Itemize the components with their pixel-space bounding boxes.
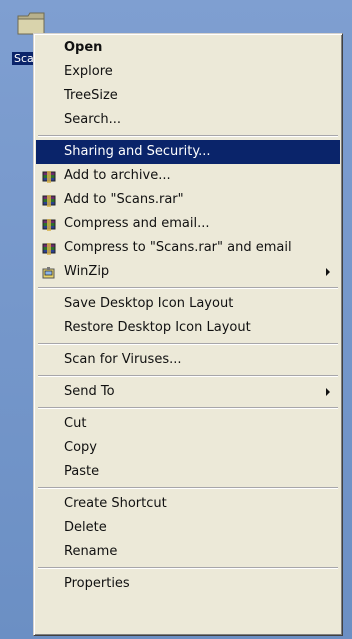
menu-item-label: Send To bbox=[64, 384, 115, 399]
context-menu-items: Open Explore TreeSize Search... Sharing and … bbox=[36, 36, 340, 596]
menu-item-create-shortcut[interactable]: Create Shortcut bbox=[36, 492, 340, 516]
menu-item-label: Scan for Viruses... bbox=[64, 352, 182, 367]
menu-item-sharing-and-security[interactable]: Sharing and Security... bbox=[36, 140, 340, 164]
menu-item-label: Compress to "Scans.rar" and email bbox=[64, 240, 292, 255]
menu-item-label: Compress and email... bbox=[64, 216, 210, 231]
menu-separator bbox=[36, 284, 340, 292]
menu-item-explore[interactable]: Explore bbox=[36, 60, 340, 84]
menu-item-label: Restore Desktop Icon Layout bbox=[64, 320, 251, 335]
menu-item-copy[interactable]: Copy bbox=[36, 436, 340, 460]
menu-item-label: Rename bbox=[64, 544, 118, 559]
winzip-icon bbox=[42, 265, 56, 279]
menu-item-restore-desktop-icon-layout[interactable]: Restore Desktop Icon Layout bbox=[36, 316, 340, 340]
menu-item-scan-for-viruses[interactable]: Scan for Viruses... bbox=[36, 348, 340, 372]
menu-item-search[interactable]: Search... bbox=[36, 108, 340, 132]
menu-item-properties[interactable]: Properties bbox=[36, 572, 340, 596]
submenu-arrow-icon bbox=[326, 388, 330, 396]
menu-item-open[interactable]: Open bbox=[36, 36, 340, 60]
menu-item-label: Copy bbox=[64, 440, 97, 455]
winrar-icon bbox=[42, 241, 56, 255]
menu-item-label: Save Desktop Icon Layout bbox=[64, 296, 234, 311]
menu-item-label: Open bbox=[64, 40, 103, 55]
submenu-arrow-icon bbox=[326, 268, 330, 276]
winrar-icon bbox=[42, 169, 56, 183]
menu-item-label: Explore bbox=[64, 64, 113, 79]
menu-item-add-to-scans-rar[interactable]: Add to "Scans.rar" bbox=[36, 188, 340, 212]
menu-item-label: TreeSize bbox=[64, 88, 118, 103]
winrar-icon bbox=[42, 193, 56, 207]
menu-separator bbox=[36, 484, 340, 492]
menu-item-label: Cut bbox=[64, 416, 87, 431]
menu-item-paste[interactable]: Paste bbox=[36, 460, 340, 484]
menu-item-compress-to-scans-rar-and-email[interactable]: Compress to "Scans.rar" and email bbox=[36, 236, 340, 260]
menu-item-delete[interactable]: Delete bbox=[36, 516, 340, 540]
menu-item-label: Properties bbox=[64, 576, 130, 591]
menu-separator bbox=[36, 564, 340, 572]
context-menu: Open Explore TreeSize Search... Sharing and … bbox=[33, 33, 343, 636]
menu-item-label: Add to archive... bbox=[64, 168, 171, 183]
menu-item-label: Sharing and Security... bbox=[64, 144, 211, 159]
menu-item-send-to[interactable]: Send To bbox=[36, 380, 340, 404]
menu-item-label: Delete bbox=[64, 520, 107, 535]
menu-separator bbox=[36, 340, 340, 348]
menu-item-label: Add to "Scans.rar" bbox=[64, 192, 184, 207]
menu-item-label: Paste bbox=[64, 464, 100, 479]
menu-separator bbox=[36, 404, 340, 412]
menu-item-cut[interactable]: Cut bbox=[36, 412, 340, 436]
menu-item-label: Search... bbox=[64, 112, 122, 127]
menu-item-treesize[interactable]: TreeSize bbox=[36, 84, 340, 108]
menu-item-label: Create Shortcut bbox=[64, 496, 167, 511]
winrar-icon bbox=[42, 217, 56, 231]
menu-separator bbox=[36, 372, 340, 380]
menu-item-compress-and-email[interactable]: Compress and email... bbox=[36, 212, 340, 236]
menu-item-save-desktop-icon-layout[interactable]: Save Desktop Icon Layout bbox=[36, 292, 340, 316]
menu-item-label: WinZip bbox=[64, 264, 110, 279]
menu-item-add-to-archive[interactable]: Add to archive... bbox=[36, 164, 340, 188]
menu-item-rename[interactable]: Rename bbox=[36, 540, 340, 564]
menu-separator bbox=[36, 132, 340, 140]
menu-item-winzip[interactable]: WinZip bbox=[36, 260, 340, 284]
